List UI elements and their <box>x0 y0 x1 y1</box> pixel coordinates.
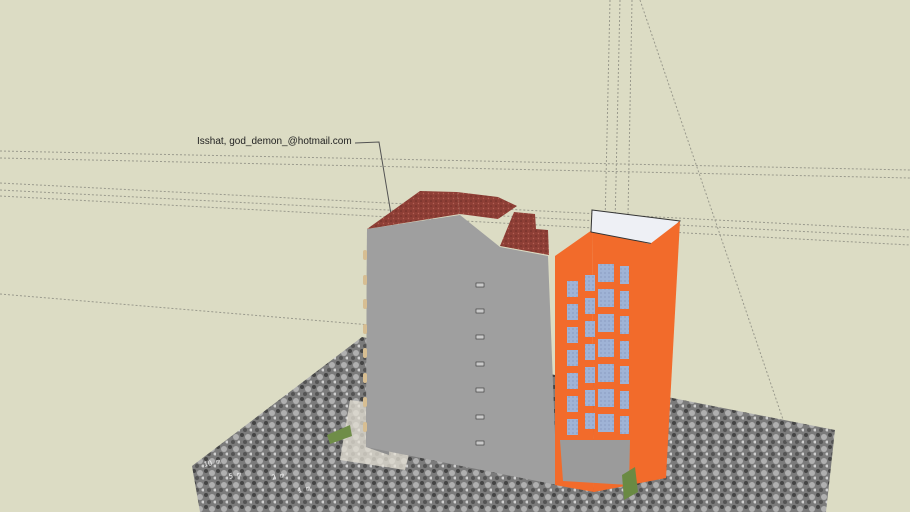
model-annotation: Isshat, god_demon_@hotmail.com <box>197 136 352 147</box>
model-scene[interactable] <box>0 0 910 512</box>
inner-shaft[interactable] <box>560 440 630 485</box>
roof-back[interactable] <box>457 192 517 219</box>
3d-viewport[interactable]: Isshat, god_demon_@hotmail.com 10 m 5 m … <box>0 0 910 512</box>
front-facade[interactable] <box>366 215 557 485</box>
